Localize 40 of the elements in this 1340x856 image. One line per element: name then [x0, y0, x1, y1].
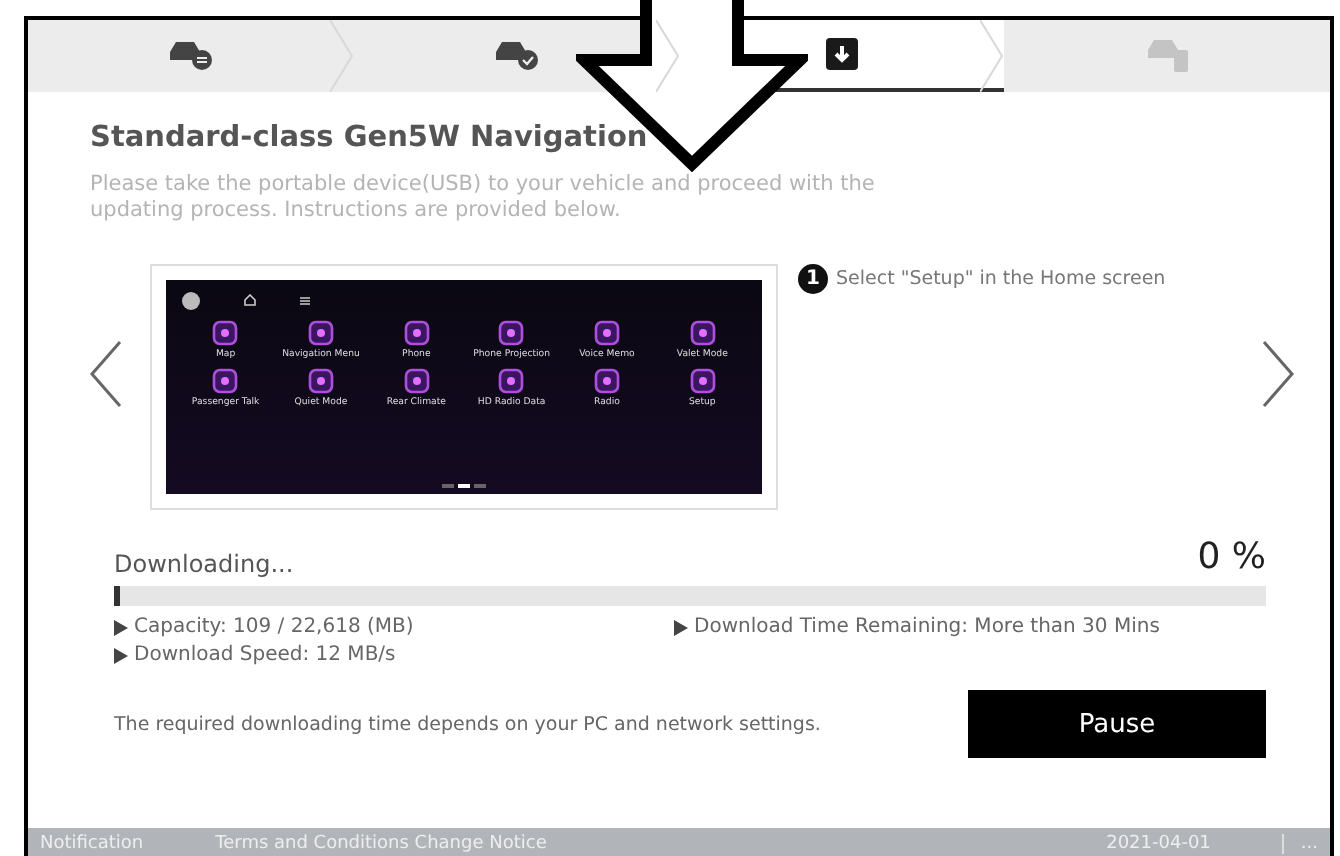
download-detail: Capacity: 109 / 22,618 (MB) — [114, 616, 674, 638]
percent-text: 0 % — [1197, 536, 1266, 578]
downloading-label: Downloading... — [114, 550, 294, 578]
download-detail: Download Time Remaining: More than 30 Mins — [674, 616, 1266, 638]
step-number: 1 — [798, 264, 828, 294]
triangle-icon — [674, 619, 688, 635]
app-icon — [689, 368, 716, 394]
app-icon — [498, 320, 525, 346]
step-separator-icon — [329, 20, 354, 92]
app-icon — [307, 368, 334, 394]
app-icon — [212, 368, 239, 394]
download-icon — [825, 38, 858, 70]
more-text[interactable]: ... — [1282, 834, 1318, 854]
app-icon — [212, 320, 239, 346]
note-text: The required downloading time depends on your PC and network settings. — [114, 713, 821, 735]
step-separator-icon — [980, 20, 1005, 92]
home-icon — [244, 294, 256, 306]
description-text: Please take the portable device(USB) to your vehicle and proceed with the updating process. Instructions are provided below. — [90, 172, 877, 224]
profile-icon — [182, 291, 200, 309]
car-check-icon — [492, 38, 541, 70]
footer-link[interactable]: Notification — [40, 834, 144, 854]
footer-link[interactable]: Terms and Conditions Change Notice — [215, 834, 547, 854]
chevron-left-icon[interactable] — [90, 340, 122, 408]
instruction-text: Select "Setup" in the Home screen — [836, 268, 1166, 290]
step-separator-icon — [655, 20, 679, 92]
app-icon — [403, 320, 430, 346]
app-icon — [307, 320, 334, 346]
car-phone-icon — [1143, 36, 1192, 72]
download-detail: Download Speed: 12 MB/s — [114, 644, 674, 666]
date-text: 2021-04-01 — [1106, 834, 1211, 854]
app-icon — [403, 368, 430, 394]
app-icon — [689, 320, 716, 346]
menu-icon — [300, 295, 310, 305]
pause-button[interactable]: Pause — [968, 690, 1266, 758]
app-icon — [593, 368, 620, 394]
chevron-right-icon[interactable] — [1262, 340, 1294, 408]
page-title: Standard-class Gen5W Navigation — [90, 120, 650, 158]
app-icon — [498, 368, 525, 394]
app-icon — [593, 320, 620, 346]
car-sync-icon — [166, 38, 215, 70]
